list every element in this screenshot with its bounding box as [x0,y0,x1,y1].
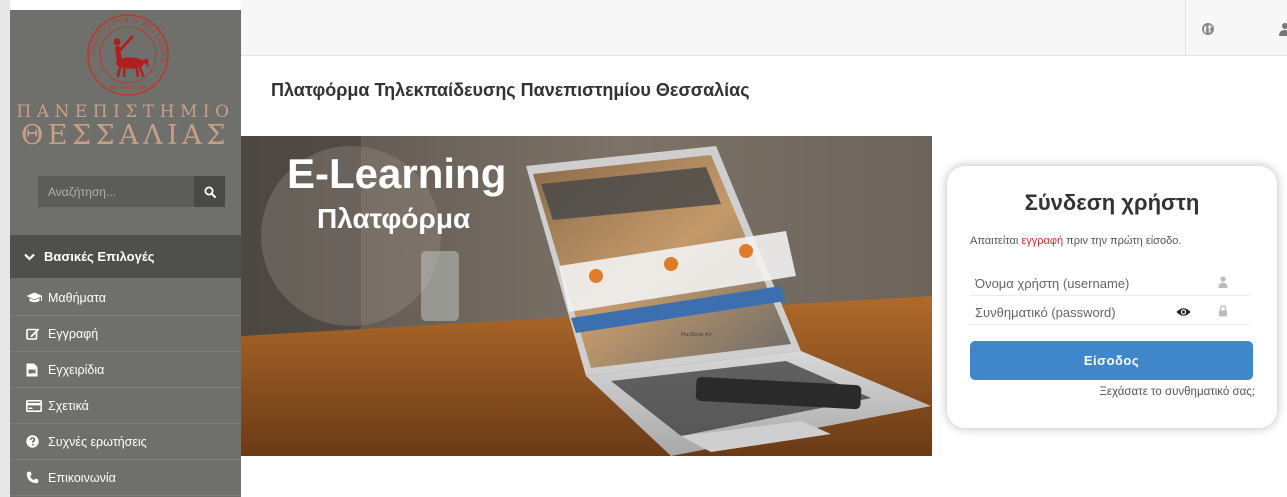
question-circle-icon [26,435,44,449]
password-field-row [970,299,1250,325]
sidebar-item-label: Εγχειρίδια [48,362,105,377]
sidebar-search [38,176,225,207]
login-title: Σύνδεση χρήστη [1024,190,1200,215]
university-name-line2: ΘΕΣΣΑΛΙΑΣ [21,120,230,151]
globe-icon[interactable] [1201,22,1215,36]
svg-text:ΙΔΡΥΘΗΚΕ 1984: ΙΔΡΥΘΗΚΕ 1984 [110,85,146,91]
sidebar-item-faq[interactable]: Συχνές ερωτήσεις [10,424,241,460]
university-name-line1: ΠΑΝΕΠΙΣΤΗΜΙΟ [16,102,235,122]
university-seal-icon: ΠΑΝΕΠΙΣΤΗΜΙΟ ΘΕΣΣΑΛΙΑΣ ΙΔΡΥΘΗΚΕ 1984 [87,14,169,96]
phone-icon [26,471,44,485]
user-icon [1218,276,1228,288]
sidebar-item-manuals[interactable]: Εγχειρίδια [10,352,241,388]
sidebar-item-label: Συχνές ερωτήσεις [48,434,147,449]
sidebar-item-contact[interactable]: Επικοινωνία [10,460,241,496]
sidebar-item-courses[interactable]: Μαθήματα [10,280,241,316]
chevron-down-icon [24,253,35,261]
eye-icon[interactable] [1176,307,1191,317]
svg-text:MacBook Air: MacBook Air [681,332,713,338]
credit-card-icon [26,399,44,413]
username-field-row [970,270,1250,296]
banner-headline: E-Learning [287,150,506,197]
elearning-banner-image: MacBook Air E-Learning Πλατφόρμα [241,136,932,456]
forgot-password-link[interactable]: Ξεχάσατε το συνθηματικό σας; [1067,386,1255,398]
sidebar-item-label: Μαθήματα [48,290,106,305]
sidebar-item-registration[interactable]: Εγγραφή [10,316,241,352]
graduation-cap-icon [26,291,44,305]
registration-notice: Απαιτείται εγγραφή πριν την πρώτη είσοδο… [970,235,1182,247]
university-logo[interactable]: ΠΑΝΕΠΙΣΤΗΜΙΟ ΘΕΣΣΑΛΙΑΣ ΙΔΡΥΘΗΚΕ 1984 ΠΑΝ… [10,10,241,170]
page-title: Πλατφόρμα Τηλεκπαίδευσης Πανεπιστημίου Θ… [271,80,750,100]
sidebar-item-label: Σχετικά [48,398,89,413]
top-bar [241,0,1287,56]
file-video-icon [26,363,44,377]
login-card: Σύνδεση χρήστη Απαιτείται εγγραφή πριν τ… [947,166,1277,428]
search-button[interactable] [194,176,225,207]
login-submit-button[interactable]: Είσοδος [970,341,1253,380]
sidebar: ΠΑΝΕΠΙΣΤΗΜΙΟ ΘΕΣΣΑΛΙΑΣ ΙΔΡΥΘΗΚΕ 1984 ΠΑΝ… [10,10,241,497]
username-input[interactable] [970,270,1165,296]
sidebar-item-label: Εγγραφή [48,326,99,341]
sidebar-menu: Μαθήματα Εγγραφή Εγχειρίδια Σχετικά Συχν… [10,280,241,496]
sidebar-item-about[interactable]: Σχετικά [10,388,241,424]
menu-header-basic-options[interactable]: Βασικές Επιλογές [10,235,241,278]
registration-link[interactable]: εγγραφή [1021,235,1063,247]
edit-icon [26,327,44,341]
menu-header-label: Βασικές Επιλογές [44,249,155,264]
password-input[interactable] [970,299,1165,325]
lock-icon [1219,305,1227,317]
user-icon[interactable] [1278,22,1287,36]
left-edge-strip [0,0,10,497]
banner-subheadline: Πλατφόρμα [317,203,470,234]
sidebar-item-label: Επικοινωνία [48,470,116,485]
topbar-divider [1185,0,1186,56]
search-icon [204,186,216,198]
search-input[interactable] [38,176,194,207]
